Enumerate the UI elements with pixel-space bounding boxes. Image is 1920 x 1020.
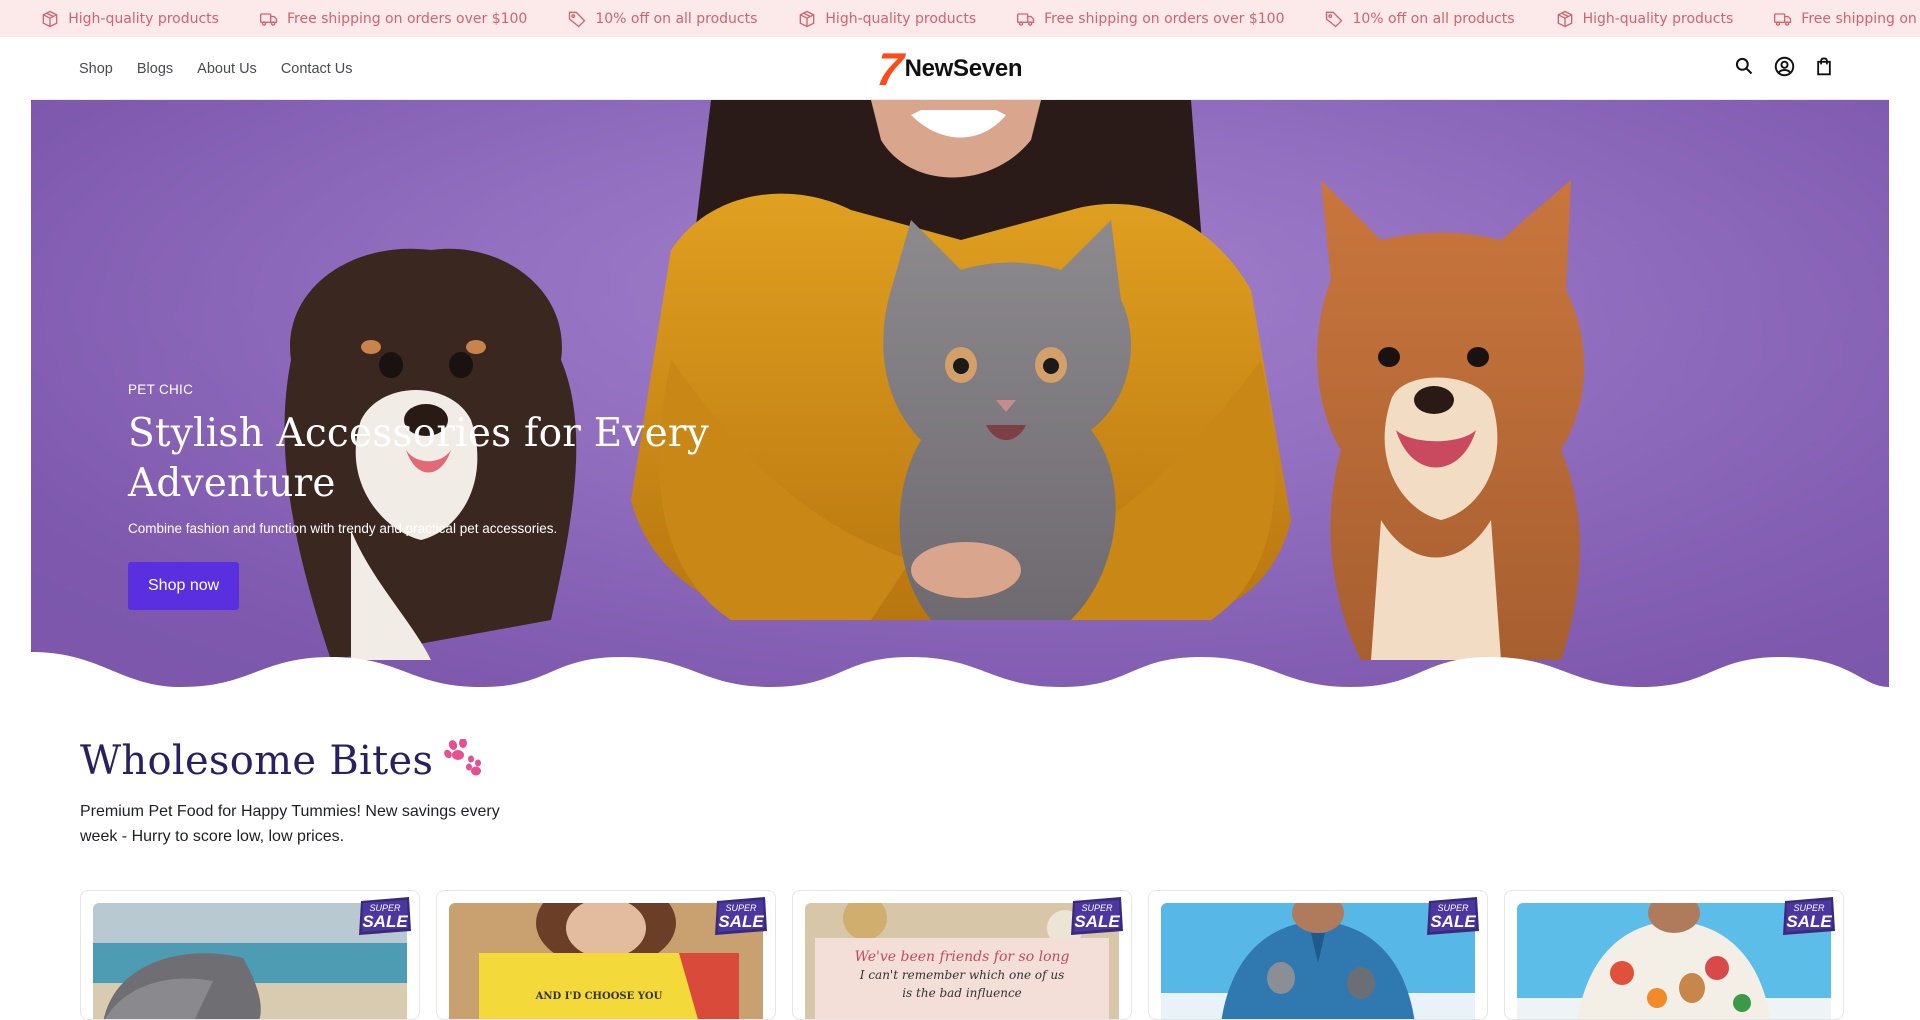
brand-logo[interactable]: 7 NewSeven bbox=[877, 49, 1022, 89]
hero-kicker: PET CHIC bbox=[128, 382, 748, 397]
announcement-text: Free shipping on bbox=[1801, 11, 1917, 27]
sale-badge: SUPER SALE bbox=[357, 897, 413, 935]
announcement-item: 10% off on all products bbox=[567, 9, 757, 29]
section-heading: Wholesome Bites bbox=[80, 738, 483, 784]
announcement-item: High-quality products bbox=[1555, 9, 1734, 29]
nav-link-blogs[interactable]: Blogs bbox=[137, 61, 173, 77]
announcement-item: Free shipping on bbox=[1773, 9, 1917, 29]
nav-link-shop[interactable]: Shop bbox=[79, 61, 113, 77]
pillow-line-1: We've been friends for so long bbox=[855, 949, 1070, 965]
nav-link-contact[interactable]: Contact Us bbox=[281, 61, 353, 77]
pillow-line-2: I can't remember which one of us bbox=[859, 968, 1064, 982]
logo-mark: 7 bbox=[875, 49, 905, 89]
badge-main-text: SALE bbox=[1074, 912, 1120, 931]
hero-subtitle: Combine fashion and function with trendy… bbox=[128, 521, 748, 536]
announcement-track: ducts High-quality products Free shippin… bbox=[0, 0, 1920, 37]
shop-now-button[interactable]: Shop now bbox=[128, 562, 239, 610]
product-card[interactable]: SUPER SALE bbox=[1148, 890, 1488, 1020]
announcement-item: High-quality products bbox=[797, 9, 976, 29]
logo-text: NewSeven bbox=[905, 55, 1023, 83]
header-actions bbox=[1733, 54, 1835, 78]
box-icon bbox=[40, 9, 60, 29]
product-grid: SUPER SALE AND I'D CHOOSE YOU SUPER SALE… bbox=[80, 890, 1844, 1020]
tag-icon bbox=[567, 9, 587, 29]
tag-icon bbox=[1324, 9, 1344, 29]
announcement-item: 10% off on all products bbox=[1324, 9, 1514, 29]
box-icon bbox=[797, 9, 817, 29]
paw-icon bbox=[443, 739, 483, 777]
search-icon bbox=[1734, 56, 1754, 76]
box-icon bbox=[1555, 9, 1575, 29]
nav-link-about[interactable]: About Us bbox=[197, 61, 257, 77]
cart-button[interactable] bbox=[1813, 54, 1835, 78]
bag-icon bbox=[1814, 55, 1834, 77]
sale-badge: SUPER SALE bbox=[1425, 897, 1481, 935]
product-card[interactable]: AND I'D CHOOSE YOU SUPER SALE bbox=[436, 890, 776, 1020]
truck-icon bbox=[1773, 9, 1793, 29]
account-button[interactable] bbox=[1773, 54, 1795, 78]
search-button[interactable] bbox=[1733, 54, 1755, 78]
announcement-text: Free shipping on orders over $100 bbox=[1044, 11, 1284, 27]
user-icon bbox=[1774, 56, 1795, 77]
announcement-item: Free shipping on orders over $100 bbox=[1016, 9, 1284, 29]
announcement-text: High-quality products bbox=[68, 11, 219, 27]
sale-badge: SUPER SALE bbox=[713, 897, 769, 935]
pillow-line-3: is the bad influence bbox=[902, 986, 1022, 1000]
badge-main-text: SALE bbox=[1786, 912, 1832, 931]
badge-main-text: SALE bbox=[718, 912, 764, 931]
section-description: Premium Pet Food for Happy Tummies! New … bbox=[80, 799, 520, 849]
product-card[interactable]: SUPER SALE bbox=[80, 890, 420, 1020]
sale-badge: SUPER SALE bbox=[1069, 897, 1125, 935]
main-nav: Shop Blogs About Us Contact Us bbox=[79, 37, 353, 100]
badge-main-text: SALE bbox=[362, 912, 408, 931]
announcement-item: Free shipping on orders over $100 bbox=[259, 9, 527, 29]
announcement-text: 10% off on all products bbox=[595, 11, 757, 27]
announcement-bar: ducts High-quality products Free shippin… bbox=[0, 0, 1920, 37]
announcement-text: High-quality products bbox=[825, 11, 976, 27]
truck-icon bbox=[1016, 9, 1036, 29]
announcement-text: High-quality products bbox=[1583, 11, 1734, 27]
hero-banner: PET CHIC Stylish Accessories for Every A… bbox=[31, 100, 1889, 702]
product-card[interactable]: We've been friends for so long I can't r… bbox=[792, 890, 1132, 1020]
hero-wave-divider bbox=[31, 652, 1889, 702]
announcement-item: High-quality products bbox=[40, 9, 219, 29]
truck-icon bbox=[259, 9, 279, 29]
site-header: Shop Blogs About Us Contact Us 7 NewSeve… bbox=[31, 37, 1889, 100]
section-title: Wholesome Bites bbox=[80, 738, 433, 784]
hero-title: Stylish Accessories for Every Adventure bbox=[128, 409, 748, 509]
product-card[interactable]: SUPER SALE bbox=[1504, 890, 1844, 1020]
announcement-text: Free shipping on orders over $100 bbox=[287, 11, 527, 27]
badge-main-text: SALE bbox=[1430, 912, 1476, 931]
announcement-text: 10% off on all products bbox=[1352, 11, 1514, 27]
hero-content: PET CHIC Stylish Accessories for Every A… bbox=[128, 382, 748, 610]
sale-badge: SUPER SALE bbox=[1781, 897, 1837, 935]
